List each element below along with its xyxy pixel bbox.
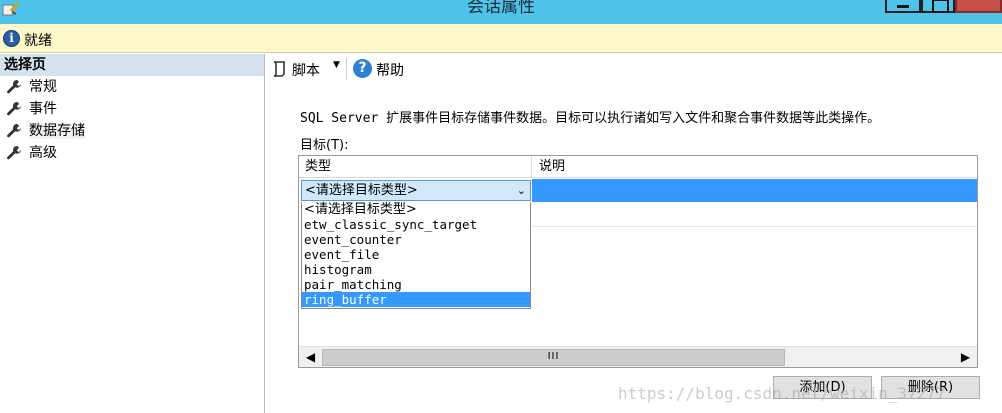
info-icon: i — [3, 30, 20, 47]
scrollbar-thumb[interactable]: III — [322, 349, 785, 366]
page-item-general[interactable]: 常规 — [0, 76, 264, 98]
title-bar: 会话属性 — [0, 0, 1002, 24]
dropdown-option-selected[interactable]: ring_buffer — [302, 292, 530, 307]
help-button[interactable]: 帮助 — [376, 60, 404, 80]
page-selector-panel: 选择页 常规 事件 数据存储 高级 — [0, 54, 265, 413]
help-icon[interactable]: ? — [353, 59, 372, 78]
script-button[interactable]: 脚本 — [292, 60, 320, 80]
dropdown-option[interactable]: etw_classic_sync_target — [302, 217, 530, 232]
page-item-label: 事件 — [29, 101, 57, 117]
scroll-left-icon[interactable]: ◀ — [302, 349, 319, 366]
target-label: 目标(T): — [300, 138, 349, 153]
toolbar-separator — [346, 58, 347, 80]
grid-row-divider — [532, 226, 977, 227]
page-item-events[interactable]: 事件 — [0, 98, 264, 120]
status-bar: i 就绪 — [0, 24, 1002, 53]
dropdown-option[interactable]: pair_matching — [302, 277, 530, 292]
target-type-combobox[interactable]: <请选择目标类型> ⌄ — [301, 180, 531, 201]
wrench-icon — [7, 146, 21, 160]
watermark-text: https://blog.csdn.net/weixin_37277 — [618, 384, 946, 403]
page-item-label: 常规 — [29, 79, 57, 95]
dropdown-option[interactable]: histogram — [302, 262, 530, 277]
minimize-button[interactable] — [885, 0, 921, 13]
column-header-description[interactable]: 说明 — [532, 156, 977, 178]
grid-header: 类型 说明 — [299, 156, 977, 178]
close-button[interactable] — [955, 0, 1002, 13]
toolbar: 脚本 ▼ ? 帮助 — [266, 54, 1002, 84]
script-icon — [273, 61, 285, 77]
status-text: 就绪 — [24, 33, 52, 49]
target-type-dropdown-list[interactable]: <请选择目标类型> etw_classic_sync_target event_… — [301, 202, 531, 309]
wrench-icon — [7, 124, 21, 138]
dropdown-option[interactable]: <请选择目标类型> — [302, 202, 530, 217]
scroll-right-icon[interactable]: ▶ — [957, 349, 974, 366]
window-title: 会话属性 — [467, 0, 535, 17]
page-item-data-storage[interactable]: 数据存储 — [0, 120, 264, 142]
dropdown-option[interactable]: event_counter — [302, 232, 530, 247]
targets-grid[interactable]: 类型 说明 <请选择目标类型> ⌄ <请选择目标类型> etw_classic_… — [298, 155, 978, 368]
page-selector-header: 选择页 — [0, 54, 264, 76]
selected-row-description-cell[interactable] — [532, 179, 977, 202]
dropdown-option[interactable]: event_file — [302, 247, 530, 262]
column-header-type[interactable]: 类型 — [299, 156, 532, 178]
combobox-value: <请选择目标类型> — [305, 183, 418, 198]
horizontal-scrollbar[interactable]: ◀ III ▶ — [299, 346, 977, 367]
wrench-icon — [7, 80, 21, 94]
description-text: SQL Server 扩展事件目标存储事件数据。目标可以执行诸如写入文件和聚合事… — [300, 111, 881, 126]
page-item-advanced[interactable]: 高级 — [0, 142, 264, 164]
wrench-icon — [7, 102, 21, 116]
page-item-label: 数据存储 — [29, 123, 85, 139]
chevron-down-icon[interactable]: ⌄ — [517, 181, 526, 200]
page-item-label: 高级 — [29, 145, 57, 161]
maximize-button[interactable] — [921, 0, 955, 13]
chevron-down-icon[interactable]: ▼ — [333, 60, 340, 70]
